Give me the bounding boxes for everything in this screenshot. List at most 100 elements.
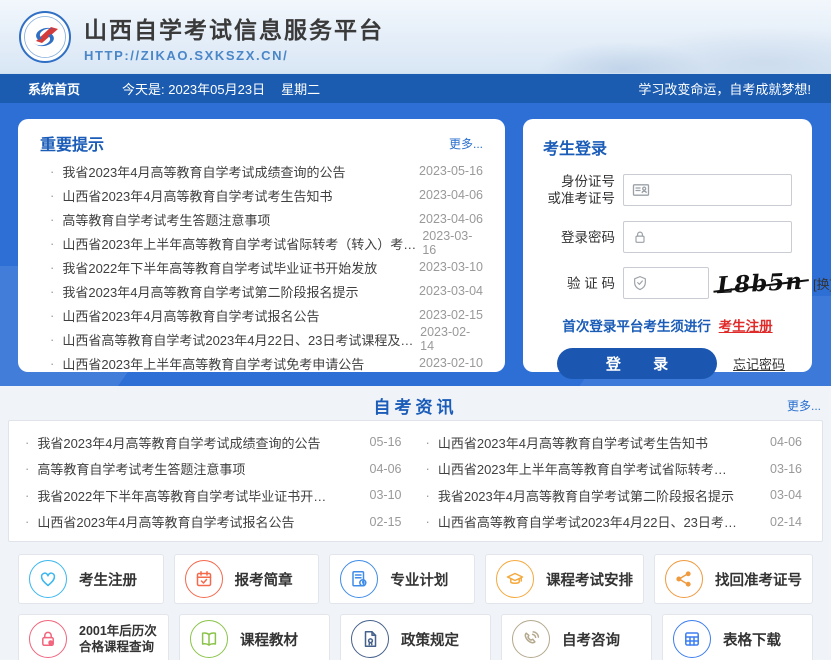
login-title: 考生登录 bbox=[543, 135, 792, 159]
password-input[interactable] bbox=[654, 230, 783, 245]
register-link[interactable]: 考生注册 bbox=[719, 319, 773, 334]
shortcut-form-download[interactable]: 表格下载 bbox=[662, 614, 813, 660]
captcha-refresh-link[interactable]: [换] bbox=[813, 274, 831, 293]
news-date: 05-16 bbox=[370, 435, 402, 449]
notice-text[interactable]: 山西省2023年上半年高等教育自学考试省际转考（转入）考生信息... bbox=[62, 234, 422, 253]
news-date: 04-06 bbox=[770, 435, 802, 449]
news-panel: ·我省2023年4月高等教育自学考试成绩查询的公告05-16 ·高等教育自学考试… bbox=[8, 420, 823, 542]
notices-title: 重要提示 bbox=[40, 131, 104, 155]
notice-text[interactable]: 山西省2023年4月高等教育自学考试报名公告 bbox=[62, 306, 319, 325]
captcha-field-label: 验 证 码 bbox=[543, 275, 615, 292]
important-notices-panel: 重要提示 更多... ·我省2023年4月高等教育自学考试成绩查询的公告2023… bbox=[18, 119, 505, 372]
news-item[interactable]: ·山西省2023年4月高等教育自学考试考生告知书04-06 bbox=[416, 429, 817, 456]
notice-date: 2023-02-10 bbox=[419, 356, 483, 370]
news-title: 自考资讯 bbox=[10, 393, 821, 418]
nav-weekday-text: 星期二 bbox=[281, 79, 320, 98]
notice-text[interactable]: 高等教育自学考试考生答题注意事项 bbox=[62, 210, 270, 229]
shortcut-exam-guide[interactable]: 报考简章 bbox=[174, 554, 320, 604]
shortcut-policies[interactable]: 政策规定 bbox=[340, 614, 491, 660]
shortcut-passed-courses-query[interactable]: 2001年后历次 合格课程查询 bbox=[18, 614, 169, 660]
news-text[interactable]: 山西省高等教育自学考试2023年4月22日、23日考试课程及时间 bbox=[438, 512, 738, 531]
register-hint: 首次登录平台考生须进行 bbox=[562, 319, 711, 334]
notice-text[interactable]: 我省2023年4月高等教育自学考试第二阶段报名提示 bbox=[62, 282, 358, 301]
news-text[interactable]: 山西省2023年4月高等教育自学考试考生告知书 bbox=[438, 433, 708, 452]
id-field-label: 身份证号 或准考证号 bbox=[543, 173, 615, 207]
news-date: 04-06 bbox=[370, 462, 402, 476]
news-date: 02-15 bbox=[370, 515, 402, 529]
news-item[interactable]: ·高等教育自学考试考生答题注意事项04-06 bbox=[15, 456, 416, 483]
notice-date: 2023-03-10 bbox=[419, 260, 483, 274]
captcha-image[interactable]: L8b5n bbox=[716, 267, 803, 298]
id-input[interactable] bbox=[656, 183, 783, 198]
news-date: 02-14 bbox=[770, 515, 802, 529]
news-right-column: ·山西省2023年4月高等教育自学考试考生告知书04-06 ·山西省2023年上… bbox=[416, 429, 817, 533]
news-text[interactable]: 我省2023年4月高等教育自学考试成绩查询的公告 bbox=[37, 433, 320, 452]
password-input-box bbox=[623, 221, 792, 253]
site-header: 山西自学考试信息服务平台 HTTP://ZIKAO.SXKSZX.CN/ bbox=[0, 0, 831, 74]
news-item[interactable]: ·山西省2023年上半年高等教育自学考试省际转考（转入）考生信...03-16 bbox=[416, 456, 817, 483]
notices-list: ·我省2023年4月高等教育自学考试成绩查询的公告2023-05-16 ·山西省… bbox=[40, 159, 483, 375]
shortcut-find-admission-number[interactable]: 找回准考证号 bbox=[654, 554, 813, 604]
notice-item[interactable]: ·山西省高等教育自学考试2023年4月22日、23日考试课程及时间2023-02… bbox=[40, 327, 483, 351]
notice-item[interactable]: ·高等教育自学考试考生答题注意事项2023-04-06 bbox=[40, 207, 483, 231]
news-text[interactable]: 高等教育自学考试考生答题注意事项 bbox=[37, 459, 245, 478]
phone-icon bbox=[512, 620, 550, 658]
shortcut-course-materials[interactable]: 课程教材 bbox=[179, 614, 330, 660]
news-header: 自考资讯 更多... bbox=[0, 392, 831, 418]
shortcut-course-exam-schedule[interactable]: 课程考试安排 bbox=[485, 554, 644, 604]
id-card-icon bbox=[632, 181, 650, 199]
news-item[interactable]: ·我省2023年4月高等教育自学考试成绩查询的公告05-16 bbox=[15, 429, 416, 456]
lock-icon bbox=[632, 229, 648, 245]
shortcut-candidate-register[interactable]: 考生注册 bbox=[18, 554, 164, 604]
table-icon bbox=[673, 620, 711, 658]
news-text[interactable]: 山西省2023年4月高等教育自学考试报名公告 bbox=[37, 512, 294, 531]
notice-date: 2023-05-16 bbox=[419, 164, 483, 178]
top-navbar: 系统首页 今天是: 2023年05月23日 星期二 学习改变命运，自考成就梦想! bbox=[0, 74, 831, 103]
nav-home-link[interactable]: 系统首页 bbox=[28, 79, 80, 98]
news-text[interactable]: 我省2022年下半年高等教育自学考试毕业证书开始发放 bbox=[37, 486, 337, 505]
notice-date: 2023-03-16 bbox=[422, 229, 483, 257]
hero-band: 重要提示 更多... ·我省2023年4月高等教育自学考试成绩查询的公告2023… bbox=[0, 103, 831, 386]
site-url[interactable]: HTTP://ZIKAO.SXKSZX.CN/ bbox=[84, 48, 384, 63]
notice-text[interactable]: 我省2023年4月高等教育自学考试成绩查询的公告 bbox=[62, 162, 345, 181]
news-item[interactable]: ·我省2022年下半年高等教育自学考试毕业证书开始发放03-10 bbox=[15, 482, 416, 509]
candidate-login-panel: 考生登录 身份证号 或准考证号 登录密码 bbox=[523, 119, 812, 372]
notice-date: 2023-04-06 bbox=[419, 188, 483, 202]
shortcut-grid-row1: 考生注册 报考简章 专业计划 课程考试安排 找回准考证号 bbox=[18, 554, 813, 604]
news-more-link[interactable]: 更多... bbox=[787, 397, 821, 414]
login-button[interactable]: 登 录 bbox=[557, 348, 717, 379]
notice-text[interactable]: 山西省2023年4月高等教育自学考试考生告知书 bbox=[62, 186, 332, 205]
notice-item[interactable]: ·山西省2023年上半年高等教育自学考试省际转考（转入）考生信息...2023-… bbox=[40, 231, 483, 255]
notices-more-link[interactable]: 更多... bbox=[449, 135, 483, 152]
share-nodes-icon bbox=[665, 560, 703, 598]
calendar-icon bbox=[185, 560, 223, 598]
notice-item[interactable]: ·山西省2023年4月高等教育自学考试报名公告2023-02-15 bbox=[40, 303, 483, 327]
notice-text[interactable]: 我省2022年下半年高等教育自学考试毕业证书开始发放 bbox=[62, 258, 377, 277]
notice-item[interactable]: ·我省2023年4月高等教育自学考试第二阶段报名提示2023-03-04 bbox=[40, 279, 483, 303]
news-item[interactable]: ·山西省高等教育自学考试2023年4月22日、23日考试课程及时间02-14 bbox=[416, 509, 817, 536]
forgot-password-link[interactable]: 忘记密码 bbox=[733, 354, 785, 373]
document-plan-icon bbox=[340, 560, 378, 598]
notice-text[interactable]: 山西省高等教育自学考试2023年4月22日、23日考试课程及时间 bbox=[62, 330, 420, 349]
news-item[interactable]: ·山西省2023年4月高等教育自学考试报名公告02-15 bbox=[15, 509, 416, 536]
notice-date: 2023-02-15 bbox=[419, 308, 483, 322]
site-title: 山西自学考试信息服务平台 bbox=[84, 11, 384, 45]
notice-date: 2023-03-04 bbox=[419, 284, 483, 298]
policy-document-icon bbox=[351, 620, 389, 658]
news-text[interactable]: 我省2023年4月高等教育自学考试第二阶段报名提示 bbox=[438, 486, 734, 505]
password-field-label: 登录密码 bbox=[543, 229, 615, 246]
shortcut-major-plan[interactable]: 专业计划 bbox=[329, 554, 475, 604]
notice-item[interactable]: ·我省2023年4月高等教育自学考试成绩查询的公告2023-05-16 bbox=[40, 159, 483, 183]
notice-item[interactable]: ·我省2022年下半年高等教育自学考试毕业证书开始发放2023-03-10 bbox=[40, 255, 483, 279]
captcha-input-box bbox=[623, 267, 709, 299]
graduation-cap-icon bbox=[496, 560, 534, 598]
notice-text[interactable]: 山西省2023年上半年高等教育自学考试免考申请公告 bbox=[62, 354, 364, 373]
news-item[interactable]: ·我省2023年4月高等教育自学考试第二阶段报名提示03-04 bbox=[416, 482, 817, 509]
lock-icon bbox=[29, 620, 67, 658]
news-text[interactable]: 山西省2023年上半年高等教育自学考试省际转考（转入）考生信... bbox=[438, 459, 738, 478]
shortcut-consultation[interactable]: 自考咨询 bbox=[501, 614, 652, 660]
captcha-input[interactable] bbox=[654, 276, 700, 291]
notice-item[interactable]: ·山西省2023年4月高等教育自学考试考生告知书2023-04-06 bbox=[40, 183, 483, 207]
notice-date: 2023-02-14 bbox=[420, 325, 483, 353]
notice-item[interactable]: ·山西省2023年上半年高等教育自学考试免考申请公告2023-02-10 bbox=[40, 351, 483, 375]
